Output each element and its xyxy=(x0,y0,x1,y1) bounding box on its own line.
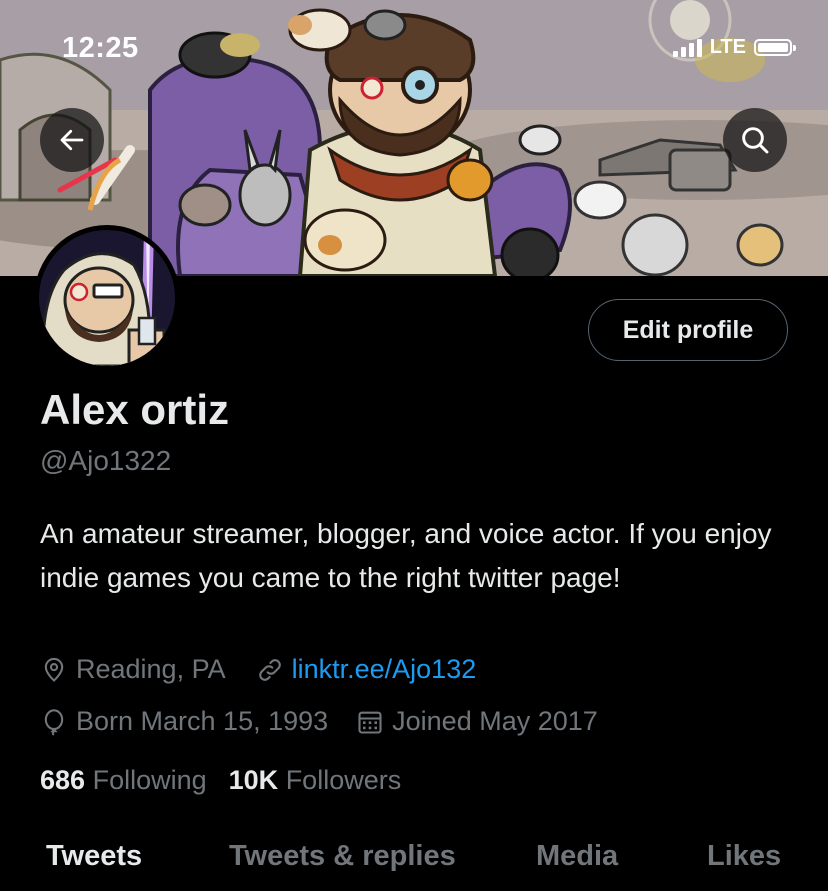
status-indicators: LTE xyxy=(672,36,796,59)
user-handle: @Ajo1322 xyxy=(40,445,172,476)
signal-icon xyxy=(672,38,702,57)
profile-tabs: Tweets Tweets & replies Media Likes xyxy=(0,826,828,891)
battery-icon xyxy=(754,39,796,56)
avatar-image xyxy=(39,230,175,366)
followers-label: Followers xyxy=(285,765,402,795)
balloon-icon xyxy=(44,708,64,736)
location: Reading, PA xyxy=(40,654,226,685)
profile-meta-row: Born March 15, 1993 Joined May 2017 xyxy=(40,706,598,737)
birthday-text: Born March 15, 1993 xyxy=(76,706,329,736)
avatar[interactable] xyxy=(34,225,180,371)
edit-profile-button[interactable]: Edit profile xyxy=(588,299,788,361)
display-name: Alex ortiz xyxy=(40,386,230,433)
birthday: Born March 15, 1993 xyxy=(40,706,328,737)
link-icon xyxy=(258,658,281,681)
followers-link[interactable]: 10K Followers xyxy=(229,765,402,796)
tab-likes[interactable]: Likes xyxy=(707,840,781,873)
network-type: LTE xyxy=(709,36,746,58)
following-count: 686 xyxy=(40,765,86,795)
following-label: Following xyxy=(92,765,207,795)
calendar-icon xyxy=(358,711,382,734)
location-pin-icon xyxy=(44,657,64,682)
join-date: Joined May 2017 xyxy=(356,706,598,737)
location-text: Reading, PA xyxy=(76,654,226,684)
tab-media[interactable]: Media xyxy=(536,840,618,873)
tab-tweets[interactable]: Tweets xyxy=(46,840,142,873)
arrow-left-icon xyxy=(60,129,84,151)
profile-meta-row: Reading, PA linktr.ee/Ajo132 xyxy=(40,654,476,685)
profile-bio: An amateur streamer, blogger, and voice … xyxy=(40,518,772,593)
website[interactable]: linktr.ee/Ajo132 xyxy=(256,654,477,685)
joined-text: Joined May 2017 xyxy=(392,706,598,736)
followers-count: 10K xyxy=(228,765,279,795)
website-link[interactable]: linktr.ee/Ajo132 xyxy=(292,654,477,685)
back-button[interactable] xyxy=(40,108,104,172)
tab-tweets-and-replies[interactable]: Tweets & replies xyxy=(229,840,456,873)
follow-stats: 686 Following 10K Followers xyxy=(40,765,401,796)
status-time: 12:25 xyxy=(62,32,139,64)
search-button[interactable] xyxy=(723,108,787,172)
search-icon xyxy=(742,127,769,154)
following-link[interactable]: 686 Following xyxy=(40,765,207,796)
